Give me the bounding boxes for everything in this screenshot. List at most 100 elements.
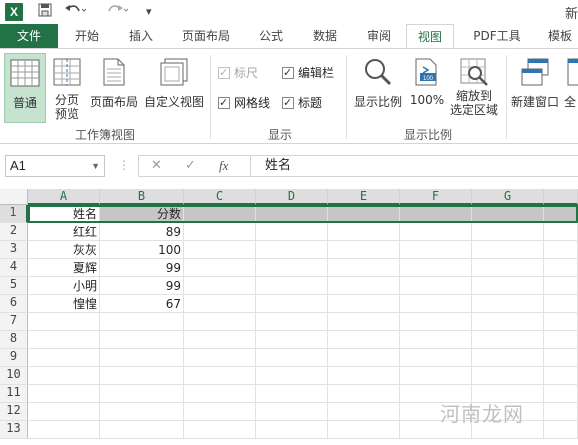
table-cell[interactable] — [328, 385, 400, 403]
page-break-preview-button[interactable]: 分页 预览 — [48, 53, 86, 123]
formula-bar-checkbox[interactable]: 编辑栏 — [282, 65, 334, 81]
table-cell[interactable] — [184, 205, 256, 223]
new-window-button[interactable]: 新建窗口 — [508, 53, 562, 123]
column-header[interactable]: A — [28, 189, 100, 205]
name-box[interactable]: A1 ▼ — [5, 155, 105, 177]
table-cell[interactable]: 惶惶 — [28, 295, 100, 313]
row-header[interactable]: 13 — [0, 421, 28, 439]
table-cell[interactable] — [256, 421, 328, 439]
table-cell[interactable] — [184, 385, 256, 403]
row-header[interactable]: 8 — [0, 331, 28, 349]
table-cell[interactable] — [400, 205, 472, 223]
table-cell[interactable] — [328, 223, 400, 241]
table-cell[interactable] — [28, 421, 100, 439]
cancel-icon[interactable]: ✕ — [151, 158, 162, 173]
table-cell[interactable] — [472, 313, 544, 331]
customize-qat-icon[interactable]: ▾ — [146, 3, 152, 21]
table-cell[interactable] — [472, 223, 544, 241]
tab-home[interactable]: 开始 — [62, 24, 112, 48]
table-cell[interactable] — [544, 403, 578, 421]
insert-function-icon[interactable]: fx — [219, 158, 228, 174]
formula-input[interactable]: 姓名 — [250, 155, 578, 177]
headings-checkbox[interactable]: 标题 — [282, 95, 322, 111]
table-cell[interactable]: 67 — [100, 295, 184, 313]
normal-view-button[interactable]: 普通 — [4, 53, 46, 123]
table-cell[interactable] — [472, 259, 544, 277]
table-cell[interactable]: 100 — [100, 241, 184, 259]
table-cell[interactable] — [544, 421, 578, 439]
table-cell[interactable] — [328, 277, 400, 295]
table-cell[interactable] — [544, 277, 578, 295]
table-cell[interactable] — [472, 367, 544, 385]
table-cell[interactable] — [400, 313, 472, 331]
table-cell[interactable] — [184, 421, 256, 439]
enter-icon[interactable]: ✓ — [185, 158, 196, 173]
table-cell[interactable] — [544, 295, 578, 313]
custom-views-button[interactable]: 自定义视图 — [142, 53, 206, 123]
column-header[interactable]: C — [184, 189, 256, 205]
table-cell[interactable]: 夏辉 — [28, 259, 100, 277]
row-header[interactable]: 1 — [0, 205, 28, 223]
table-cell[interactable] — [328, 313, 400, 331]
table-cell[interactable] — [28, 313, 100, 331]
table-cell[interactable] — [100, 421, 184, 439]
table-cell[interactable] — [400, 349, 472, 367]
column-header[interactable] — [544, 189, 578, 205]
row-header[interactable]: 9 — [0, 349, 28, 367]
table-cell[interactable] — [544, 385, 578, 403]
table-cell[interactable] — [256, 385, 328, 403]
table-cell[interactable] — [400, 331, 472, 349]
table-cell[interactable] — [400, 223, 472, 241]
tab-view[interactable]: 视图 — [406, 24, 454, 49]
table-cell[interactable] — [400, 367, 472, 385]
table-cell[interactable]: 99 — [100, 277, 184, 295]
table-cell[interactable] — [544, 349, 578, 367]
table-cell[interactable] — [100, 385, 184, 403]
tab-file[interactable]: 文件 — [0, 24, 58, 48]
table-cell[interactable] — [400, 295, 472, 313]
table-cell[interactable] — [544, 259, 578, 277]
table-cell[interactable] — [472, 349, 544, 367]
table-cell[interactable] — [184, 313, 256, 331]
table-cell[interactable] — [328, 241, 400, 259]
table-cell[interactable] — [256, 403, 328, 421]
redo-icon[interactable] — [104, 3, 129, 21]
table-cell[interactable] — [256, 331, 328, 349]
tab-review[interactable]: 审阅 — [356, 24, 402, 48]
arrange-all-button[interactable]: 全 — [562, 53, 578, 123]
table-cell[interactable] — [256, 277, 328, 295]
table-cell[interactable] — [184, 241, 256, 259]
table-cell[interactable]: 姓名 — [28, 205, 100, 223]
table-cell[interactable] — [472, 205, 544, 223]
table-cell[interactable] — [328, 205, 400, 223]
table-cell[interactable] — [184, 367, 256, 385]
table-cell[interactable] — [472, 241, 544, 259]
row-header[interactable]: 4 — [0, 259, 28, 277]
table-cell[interactable] — [100, 313, 184, 331]
table-cell[interactable] — [328, 259, 400, 277]
row-header[interactable]: 7 — [0, 313, 28, 331]
table-cell[interactable] — [328, 421, 400, 439]
table-cell[interactable] — [544, 241, 578, 259]
table-cell[interactable] — [544, 367, 578, 385]
table-cell[interactable] — [256, 313, 328, 331]
zoom-100-button[interactable]: 100 100% — [408, 53, 446, 123]
table-cell[interactable] — [328, 403, 400, 421]
save-icon[interactable] — [38, 3, 52, 21]
tab-page-layout[interactable]: 页面布局 — [172, 24, 240, 48]
table-cell[interactable] — [328, 367, 400, 385]
table-cell[interactable]: 89 — [100, 223, 184, 241]
table-cell[interactable] — [544, 331, 578, 349]
table-cell[interactable] — [472, 277, 544, 295]
table-cell[interactable]: 小明 — [28, 277, 100, 295]
table-cell[interactable] — [256, 223, 328, 241]
table-cell[interactable] — [100, 403, 184, 421]
table-cell[interactable] — [328, 349, 400, 367]
table-cell[interactable] — [544, 223, 578, 241]
table-cell[interactable] — [28, 349, 100, 367]
tab-templates[interactable]: 模板 — [538, 24, 578, 48]
table-cell[interactable] — [400, 277, 472, 295]
table-cell[interactable] — [256, 295, 328, 313]
chevron-down-icon[interactable]: ▼ — [91, 156, 100, 176]
table-cell[interactable]: 99 — [100, 259, 184, 277]
